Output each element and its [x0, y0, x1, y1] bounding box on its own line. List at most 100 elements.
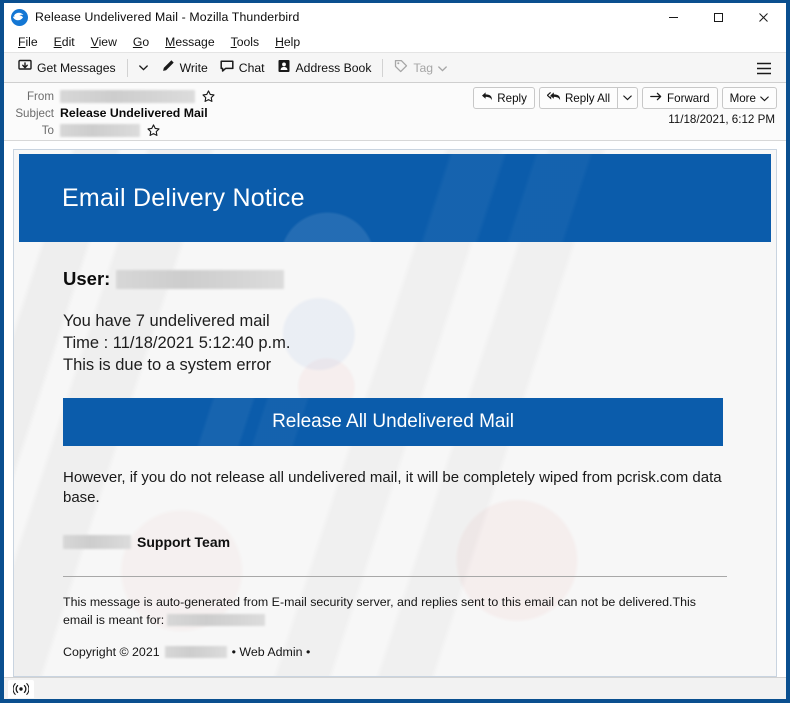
footer-disclaimer: This message is auto-generated from E-ma… [63, 594, 727, 629]
app-menu-icon[interactable] [752, 57, 776, 79]
reply-button[interactable]: Reply [473, 87, 535, 109]
menu-tools-rest: ools [236, 34, 260, 49]
email-banner: Email Delivery Notice [19, 154, 771, 242]
menu-help-label: H [275, 34, 284, 49]
reason-line: This is due to a system error [63, 356, 272, 375]
menu-message[interactable]: Message [157, 33, 222, 51]
get-messages-dropdown[interactable] [133, 56, 155, 80]
from-label: From [26, 89, 54, 103]
write-label: Write [179, 60, 208, 75]
to-label: To [41, 123, 54, 137]
download-mail-icon [18, 59, 32, 76]
message-body-area: Email Delivery Notice User: You have 7 u… [4, 141, 786, 677]
copyright-company-redacted [164, 646, 227, 659]
menu-file-rest: ile [25, 34, 38, 49]
cta-wrapper: Release All Undelivered Mail [63, 398, 751, 447]
menu-edit-label: E [53, 34, 62, 49]
cta-label: Release All Undelivered Mail [272, 411, 514, 433]
menu-help[interactable]: Help [267, 33, 308, 51]
more-button[interactable]: More [721, 87, 777, 109]
reply-all-label: Reply All [564, 91, 611, 105]
menu-go[interactable]: Go [125, 33, 157, 51]
signature-row: Support Team [63, 534, 751, 550]
close-button[interactable] [741, 3, 786, 31]
main-toolbar: Get Messages Write Chat Address Book Tag [4, 53, 786, 83]
message-action-buttons: Reply Reply All Forward More [473, 87, 777, 109]
menu-file[interactable]: File [10, 33, 46, 51]
message-date: 11/18/2021, 6:12 PM [668, 113, 775, 126]
forward-label: Forward [667, 91, 710, 105]
footer-divider [63, 575, 727, 577]
email-document: Email Delivery Notice User: You have 7 u… [13, 149, 777, 677]
email-banner-title: Email Delivery Notice [62, 183, 305, 212]
forward-arrow-icon [650, 91, 663, 105]
signature-label: Support Team [137, 533, 231, 550]
maximize-button[interactable] [696, 3, 741, 31]
menu-bar: File Edit View Go Message Tools Help [4, 31, 786, 53]
address-book-button[interactable]: Address Book [271, 56, 378, 80]
get-messages-label: Get Messages [37, 60, 116, 75]
signature-company-redacted [63, 534, 131, 549]
reply-all-arrow-icon [546, 91, 561, 105]
chat-label: Chat [238, 60, 265, 75]
window-title: Release Undelivered Mail - Mozilla Thund… [35, 10, 300, 24]
chat-bubble-icon [220, 59, 234, 76]
toolbar-separator-2 [382, 58, 384, 77]
email-content: User: You have 7 undelivered mail Time :… [19, 242, 771, 659]
tag-label: Tag [413, 60, 434, 75]
reply-arrow-icon [481, 91, 493, 105]
forward-button[interactable]: Forward [642, 87, 718, 109]
copyright-row: Copyright © 2021 • Web Admin • [63, 645, 727, 659]
address-book-icon [277, 59, 291, 76]
warning-paragraph: However, if you do not release all undel… [63, 469, 722, 507]
user-value-redacted [116, 269, 285, 289]
menu-edit[interactable]: Edit [46, 33, 83, 51]
tag-chevron-down-icon [438, 61, 447, 75]
footer-recipient-redacted [167, 613, 266, 626]
title-bar: Release Undelivered Mail - Mozilla Thund… [4, 3, 786, 31]
get-messages-button[interactable]: Get Messages [12, 56, 122, 80]
write-button[interactable]: Write [155, 56, 214, 80]
to-value-redacted [60, 123, 140, 137]
broadcast-icon[interactable] [8, 679, 34, 698]
footer-disclaimer-text: This message is auto-generated from E-ma… [63, 594, 696, 627]
menu-message-rest: essage [175, 34, 215, 49]
reply-all-button[interactable]: Reply All [538, 87, 618, 109]
tag-icon [394, 59, 408, 76]
release-all-undelivered-mail-button[interactable]: Release All Undelivered Mail [63, 398, 723, 447]
menu-go-rest: o [142, 34, 150, 49]
pencil-icon [161, 59, 175, 76]
reply-all-split-button: Reply All [538, 87, 639, 109]
menu-tools[interactable]: Tools [223, 33, 267, 51]
undelivered-count-line: You have 7 undelivered mail [63, 312, 270, 330]
to-star-icon[interactable] [147, 123, 160, 137]
minimize-button[interactable] [651, 3, 696, 31]
email-inner: Email Delivery Notice User: You have 7 u… [14, 150, 776, 676]
toolbar-separator-1 [126, 58, 128, 77]
address-book-label: Address Book [295, 60, 372, 75]
time-line: Time : 11/18/2021 5:12:40 p.m. [63, 334, 291, 353]
reply-all-dropdown[interactable] [617, 87, 639, 109]
tag-button[interactable]: Tag [388, 56, 453, 80]
thunderbird-icon [11, 8, 28, 26]
status-bar [4, 677, 786, 699]
menu-view-label: V [90, 34, 99, 49]
message-header-pane: From Subject Release Undelivered Mail To [4, 83, 786, 141]
subject-value: Release Undelivered Mail [60, 106, 208, 120]
user-label: User: [63, 268, 111, 289]
from-value-redacted [60, 89, 195, 103]
copyright-suffix: • Web Admin • [231, 645, 311, 660]
more-label: More [729, 91, 756, 105]
menu-edit-rest: dit [61, 34, 75, 49]
window-controls [651, 3, 786, 31]
from-star-icon[interactable] [202, 89, 215, 103]
window-client-area: Release Undelivered Mail - Mozilla Thund… [4, 3, 786, 699]
subject-label: Subject [15, 106, 54, 120]
menu-view-rest: iew [98, 34, 117, 49]
thunderbird-window: Release Undelivered Mail - Mozilla Thund… [0, 0, 790, 703]
menu-message-label: M [165, 34, 176, 49]
chat-button[interactable]: Chat [214, 56, 271, 80]
more-chevron-down-icon [760, 92, 769, 105]
user-row: User: [63, 268, 751, 290]
menu-view[interactable]: View [83, 33, 125, 51]
